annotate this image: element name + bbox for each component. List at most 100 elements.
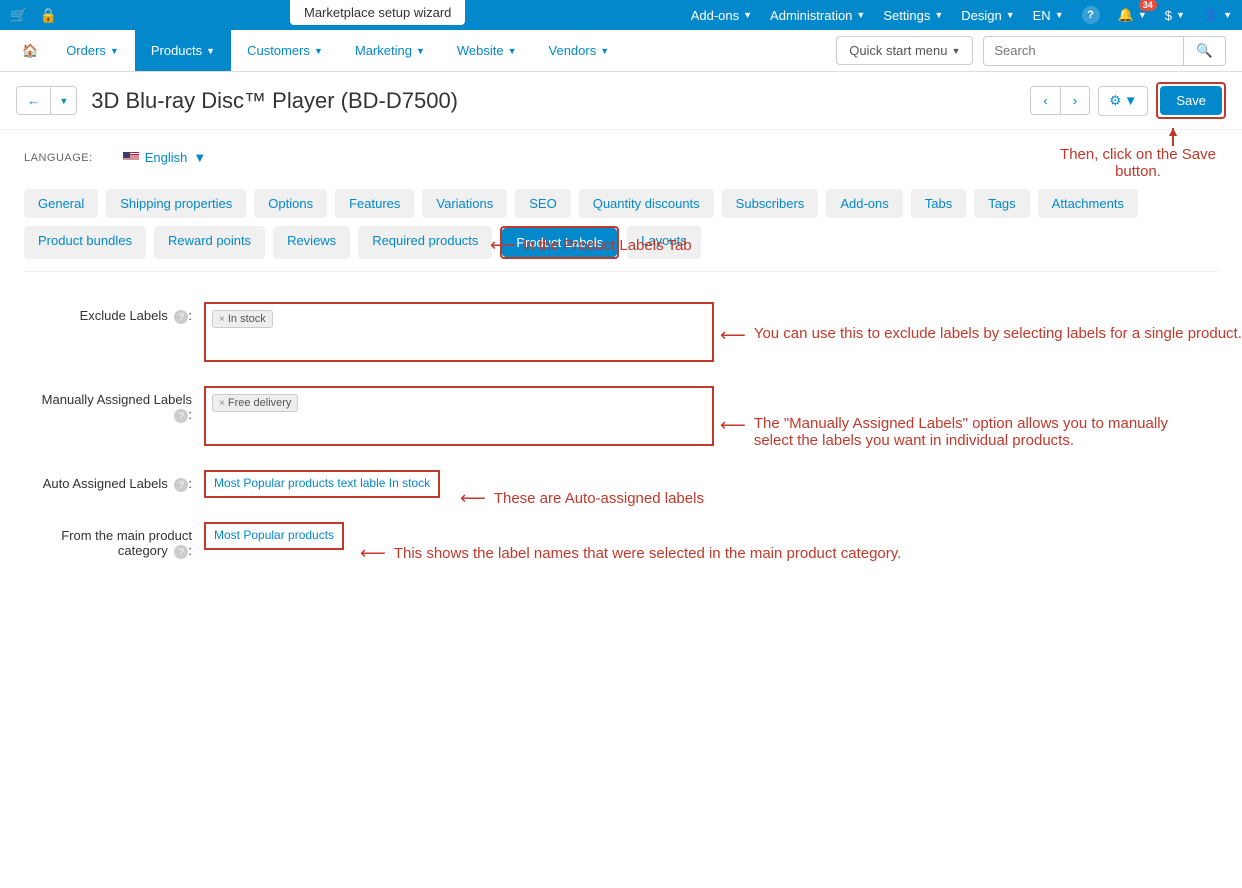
settings-menu[interactable]: Settings ▼: [883, 8, 943, 23]
nav-marketing-label: Marketing: [355, 43, 412, 58]
tab-seo[interactable]: SEO: [515, 189, 570, 218]
category-labels-text: Most Popular products: [214, 528, 334, 542]
save-highlight: Save: [1156, 82, 1226, 119]
nav-website-label: Website: [457, 43, 504, 58]
tab-product-bundles[interactable]: Product bundles: [24, 226, 146, 259]
save-button[interactable]: Save: [1160, 86, 1222, 115]
caret-icon: ▼: [1176, 10, 1185, 20]
notifications-icon[interactable]: 🔔 34 ▼: [1118, 7, 1147, 23]
language-label: EN: [1033, 8, 1051, 23]
caret-icon: ▼: [743, 10, 752, 20]
nav-customers[interactable]: Customers▼: [231, 30, 339, 71]
exclude-labels-label: Exclude Labels ?:: [24, 302, 204, 324]
flag-icon: [123, 152, 139, 163]
next-product-button[interactable]: ›: [1060, 86, 1090, 115]
tab-shipping[interactable]: Shipping properties: [106, 189, 246, 218]
annotation-auto: ⟵ These are Auto-assigned labels: [460, 488, 704, 509]
tab-options[interactable]: Options: [254, 189, 327, 218]
tab-reviews[interactable]: Reviews: [273, 226, 350, 259]
caret-icon: ▼: [951, 46, 960, 56]
tab-subscribers[interactable]: Subscribers: [722, 189, 819, 218]
lock-icon[interactable]: 🔒: [39, 7, 56, 24]
tab-addons[interactable]: Add-ons: [826, 189, 902, 218]
help-icon[interactable]: ?: [174, 545, 188, 559]
quick-start-label: Quick start menu: [849, 43, 947, 58]
annotation-auto-text: These are Auto-assigned labels: [494, 490, 704, 507]
settings-label: Settings: [883, 8, 930, 23]
nav-products-label: Products: [151, 43, 202, 58]
arrow-icon: ⟵: [490, 235, 516, 256]
help-icon[interactable]: ?: [174, 478, 188, 492]
caret-icon: ▼: [1138, 10, 1147, 20]
main-nav: 🏠 Orders ▼ Products ▼ Customers▼ Marketing…: [0, 30, 1242, 72]
caret-icon: ▼: [59, 96, 68, 106]
category-labels-value: Most Popular products: [204, 522, 344, 550]
quick-start-menu[interactable]: Quick start menu ▼: [836, 36, 973, 65]
user-icon: 👤: [1203, 7, 1219, 23]
nav-home[interactable]: 🏠: [10, 30, 50, 71]
search-input[interactable]: [983, 36, 1183, 66]
tab-attachments[interactable]: Attachments: [1038, 189, 1138, 218]
search-button[interactable]: 🔍: [1183, 36, 1226, 66]
nav-vendors-label: Vendors: [549, 43, 597, 58]
auto-labels-value: Most Popular products text lable In stoc…: [204, 470, 440, 498]
search-icon: 🔍: [1196, 43, 1213, 58]
currency-label: $: [1165, 8, 1172, 23]
nav-orders[interactable]: Orders ▼: [50, 30, 135, 71]
arrow-icon: ⟵: [360, 543, 386, 564]
design-label: Design: [961, 8, 1001, 23]
help-icon[interactable]: ?: [174, 409, 188, 423]
addons-menu[interactable]: Add-ons▼: [691, 8, 752, 23]
auto-labels-text: Most Popular products text lable In stoc…: [214, 476, 430, 490]
tab-tags[interactable]: Tags: [974, 189, 1029, 218]
nav-products[interactable]: Products ▼: [135, 30, 231, 71]
arrow-left-icon: ←: [27, 93, 40, 108]
tab-tabs[interactable]: Tabs: [911, 189, 966, 218]
back-dropdown[interactable]: ▼: [51, 86, 77, 115]
tab-features[interactable]: Features: [335, 189, 414, 218]
exclude-labels-input[interactable]: × In stock: [204, 302, 714, 362]
back-button[interactable]: ←: [16, 86, 51, 115]
annotation-exclude: ⟵ You can use this to exclude labels by …: [720, 325, 1242, 346]
caret-icon: ▼: [934, 10, 943, 20]
tab-required-products[interactable]: Required products: [358, 226, 492, 259]
language-value: English: [145, 150, 188, 165]
gear-menu-button[interactable]: ⚙▼: [1098, 86, 1148, 116]
help-icon[interactable]: ?: [1082, 6, 1100, 24]
nav-website[interactable]: Website ▼: [441, 30, 533, 71]
content-area: LANGUAGE: English ▼ General Shipping pro…: [0, 130, 1242, 603]
caret-icon: ▼: [110, 46, 119, 56]
notification-badge: 34: [1139, 0, 1157, 11]
caret-icon: ▼: [508, 46, 517, 56]
annotation-exclude-text: You can use this to exclude labels by se…: [754, 325, 1242, 342]
prev-product-button[interactable]: ‹: [1030, 86, 1059, 115]
help-icon[interactable]: ?: [174, 310, 188, 324]
user-menu[interactable]: 👤▼: [1203, 7, 1232, 23]
nav-orders-label: Orders: [66, 43, 106, 58]
tab-variations[interactable]: Variations: [422, 189, 507, 218]
remove-tag-icon[interactable]: ×: [219, 314, 225, 325]
remove-tag-icon[interactable]: ×: [219, 398, 225, 409]
annotation-tab: ⟵ In the Product Labels Tab: [490, 235, 692, 256]
annotation-manual: ⟵ The "Manually Assigned Labels" option …: [720, 415, 1210, 449]
manual-labels-input[interactable]: × Free delivery: [204, 386, 714, 446]
administration-menu[interactable]: Administration▼: [770, 8, 865, 23]
tab-reward-points[interactable]: Reward points: [154, 226, 265, 259]
language-menu[interactable]: EN▼: [1033, 8, 1064, 23]
caret-icon: ▼: [314, 46, 323, 56]
cart-icon[interactable]: 🛒: [10, 7, 27, 24]
marketplace-wizard-button[interactable]: Marketplace setup wizard: [290, 0, 465, 25]
tab-general[interactable]: General: [24, 189, 98, 218]
annotation-tab-text: In the Product Labels Tab: [522, 237, 692, 254]
nav-marketing[interactable]: Marketing▼: [339, 30, 441, 71]
caret-icon: ▼: [206, 46, 215, 56]
tag-text: Free delivery: [228, 397, 292, 409]
tab-quantity-discounts[interactable]: Quantity discounts: [579, 189, 714, 218]
page-title: 3D Blu-ray Disc™ Player (BD-D7500): [91, 88, 458, 114]
nav-vendors[interactable]: Vendors▼: [533, 30, 626, 71]
currency-menu[interactable]: $▼: [1165, 8, 1185, 23]
design-menu[interactable]: Design▼: [961, 8, 1014, 23]
category-labels-label: From the main product category ?:: [24, 522, 204, 559]
caret-icon: ▼: [193, 150, 206, 165]
language-selector[interactable]: English ▼: [123, 150, 207, 165]
